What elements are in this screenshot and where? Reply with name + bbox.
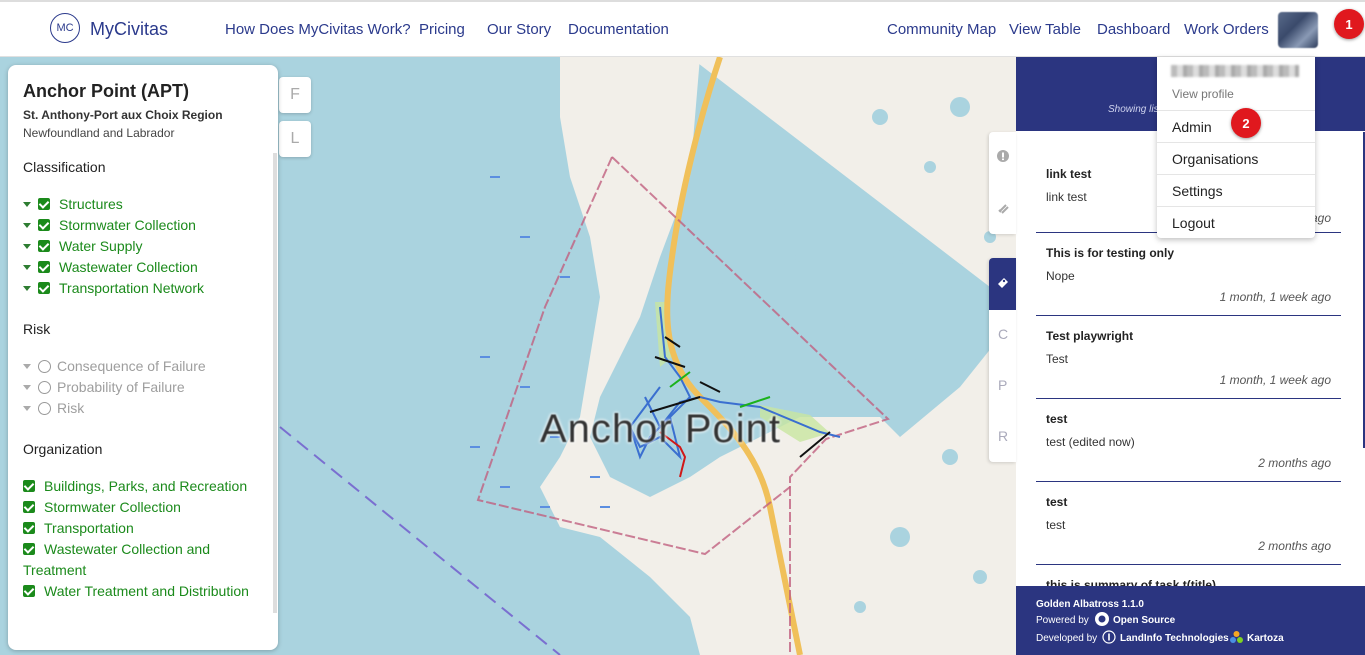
tab-c[interactable]: C [998, 326, 1008, 342]
map-button-l[interactable]: L [279, 121, 311, 157]
checkbox-checked-icon[interactable] [23, 585, 35, 597]
layer-structures[interactable]: Structures [23, 196, 123, 212]
tool-tabs-bottom: C P R [989, 258, 1016, 462]
community-region: St. Anthony-Port aux Choix Region [23, 108, 223, 122]
org-wastewater-line2: Treatment [23, 562, 87, 578]
nav-our-story[interactable]: Our Story [487, 21, 551, 38]
tab-p[interactable]: P [998, 377, 1007, 393]
showing-text: Showing lis [1108, 104, 1159, 115]
chevron-down-icon[interactable] [23, 363, 31, 369]
menu-settings[interactable]: Settings [1157, 174, 1315, 206]
step-badge-2: 2 [1231, 108, 1261, 138]
org-stormwater[interactable]: Stormwater Collection [23, 499, 181, 515]
risk-heading: Risk [23, 321, 51, 337]
risk-risk[interactable]: Risk [23, 400, 84, 416]
nav-view-table[interactable]: View Table [1009, 21, 1081, 38]
layer-water-supply[interactable]: Water Supply [23, 238, 143, 254]
tab-tasks[interactable] [989, 258, 1016, 310]
layer-transportation-network[interactable]: Transportation Network [23, 280, 204, 296]
menu-logout[interactable]: Logout [1157, 206, 1315, 238]
org-water-treatment[interactable]: Water Treatment and Distribution [23, 583, 249, 599]
step-badge-1: 1 [1334, 9, 1364, 39]
radio-icon[interactable] [38, 380, 51, 394]
user-name-blurred [1171, 65, 1299, 77]
community-title: Anchor Point (APT) [23, 81, 189, 101]
user-menu-dropdown: View profile Admin Organisations Setting… [1157, 57, 1315, 238]
map-button-f[interactable]: F [279, 77, 311, 113]
open-source-link[interactable]: Open Source [1113, 615, 1175, 626]
task-item[interactable]: Test playwright Test 1 month, 1 week ago [1036, 315, 1341, 399]
org-buildings-parks[interactable]: Buildings, Parks, and Recreation [23, 478, 247, 494]
checkbox-checked-icon[interactable] [38, 240, 50, 252]
chevron-down-icon[interactable] [23, 405, 31, 411]
nav-community-map[interactable]: Community Map [887, 21, 996, 38]
map-place-label: Anchor Point [540, 407, 782, 451]
chevron-down-icon[interactable] [23, 201, 31, 207]
top-navbar: MC MyCivitas How Does MyCivitas Work? Pr… [0, 0, 1365, 57]
nav-how-it-works[interactable]: How Does MyCivitas Work? [225, 21, 411, 38]
avatar[interactable] [1278, 12, 1318, 48]
tab-r[interactable]: R [998, 428, 1008, 444]
checkbox-checked-icon[interactable] [38, 282, 50, 294]
ticket-icon [998, 278, 1008, 288]
chevron-down-icon[interactable] [23, 243, 31, 249]
github-icon [1095, 612, 1109, 626]
alert-icon[interactable] [997, 150, 1009, 162]
panel-footer: Golden Albatross 1.1.0 Powered by Open S… [1016, 586, 1365, 655]
risk-probability[interactable]: Probability of Failure [23, 379, 185, 395]
nav-work-orders[interactable]: Work Orders [1184, 21, 1269, 38]
logo-icon[interactable]: MC [50, 13, 80, 43]
checkbox-checked-icon[interactable] [38, 198, 50, 210]
classification-heading: Classification [23, 159, 106, 175]
radio-icon[interactable] [38, 359, 51, 373]
chevron-down-icon[interactable] [23, 222, 31, 228]
panel-scrollbar[interactable] [273, 153, 277, 613]
task-item[interactable]: This is for testing only Nope 1 month, 1… [1036, 232, 1341, 316]
chevron-down-icon[interactable] [23, 285, 31, 291]
layer-wastewater[interactable]: Wastewater Collection [23, 259, 198, 275]
organization-heading: Organization [23, 441, 103, 457]
kartoza-logo-icon [1230, 631, 1243, 643]
landinfo-logo-icon [1102, 630, 1116, 644]
view-profile-link[interactable]: View profile [1172, 87, 1234, 101]
checkbox-checked-icon[interactable] [23, 480, 35, 492]
tool-tabs-top [989, 132, 1016, 234]
nav-pricing[interactable]: Pricing [419, 21, 465, 38]
brand-name[interactable]: MyCivitas [90, 19, 168, 40]
chevron-down-icon[interactable] [23, 264, 31, 270]
chevron-down-icon[interactable] [23, 384, 31, 390]
landinfo-link[interactable]: LandInfo Technologies [1120, 633, 1229, 644]
task-item[interactable]: test test (edited now) 2 months ago [1036, 398, 1341, 482]
menu-organisations[interactable]: Organisations [1157, 142, 1315, 174]
checkbox-checked-icon[interactable] [23, 501, 35, 513]
version-label: Golden Albatross 1.1.0 [1036, 599, 1144, 610]
radio-icon[interactable] [38, 401, 51, 415]
community-province: Newfoundland and Labrador [23, 126, 175, 140]
task-item[interactable]: this is summary of task t(title) [1036, 564, 1341, 586]
paperclip-icon[interactable] [997, 202, 1009, 214]
task-item[interactable]: test test 2 months ago [1036, 481, 1341, 565]
nav-documentation[interactable]: Documentation [568, 21, 669, 38]
checkbox-checked-icon[interactable] [38, 261, 50, 273]
checkbox-checked-icon[interactable] [38, 219, 50, 231]
checkbox-checked-icon[interactable] [23, 522, 35, 534]
risk-consequence[interactable]: Consequence of Failure [23, 358, 206, 374]
kartoza-link[interactable]: Kartoza [1247, 633, 1284, 644]
nav-dashboard[interactable]: Dashboard [1097, 21, 1170, 38]
org-transportation[interactable]: Transportation [23, 520, 134, 536]
powered-by-label: Powered by [1036, 615, 1089, 626]
checkbox-checked-icon[interactable] [23, 543, 35, 555]
developed-by-label: Developed by [1036, 633, 1098, 644]
layer-panel: Anchor Point (APT) St. Anthony-Port aux … [8, 65, 278, 650]
layer-stormwater[interactable]: Stormwater Collection [23, 217, 196, 233]
org-wastewater[interactable]: Wastewater Collection and [23, 541, 210, 557]
